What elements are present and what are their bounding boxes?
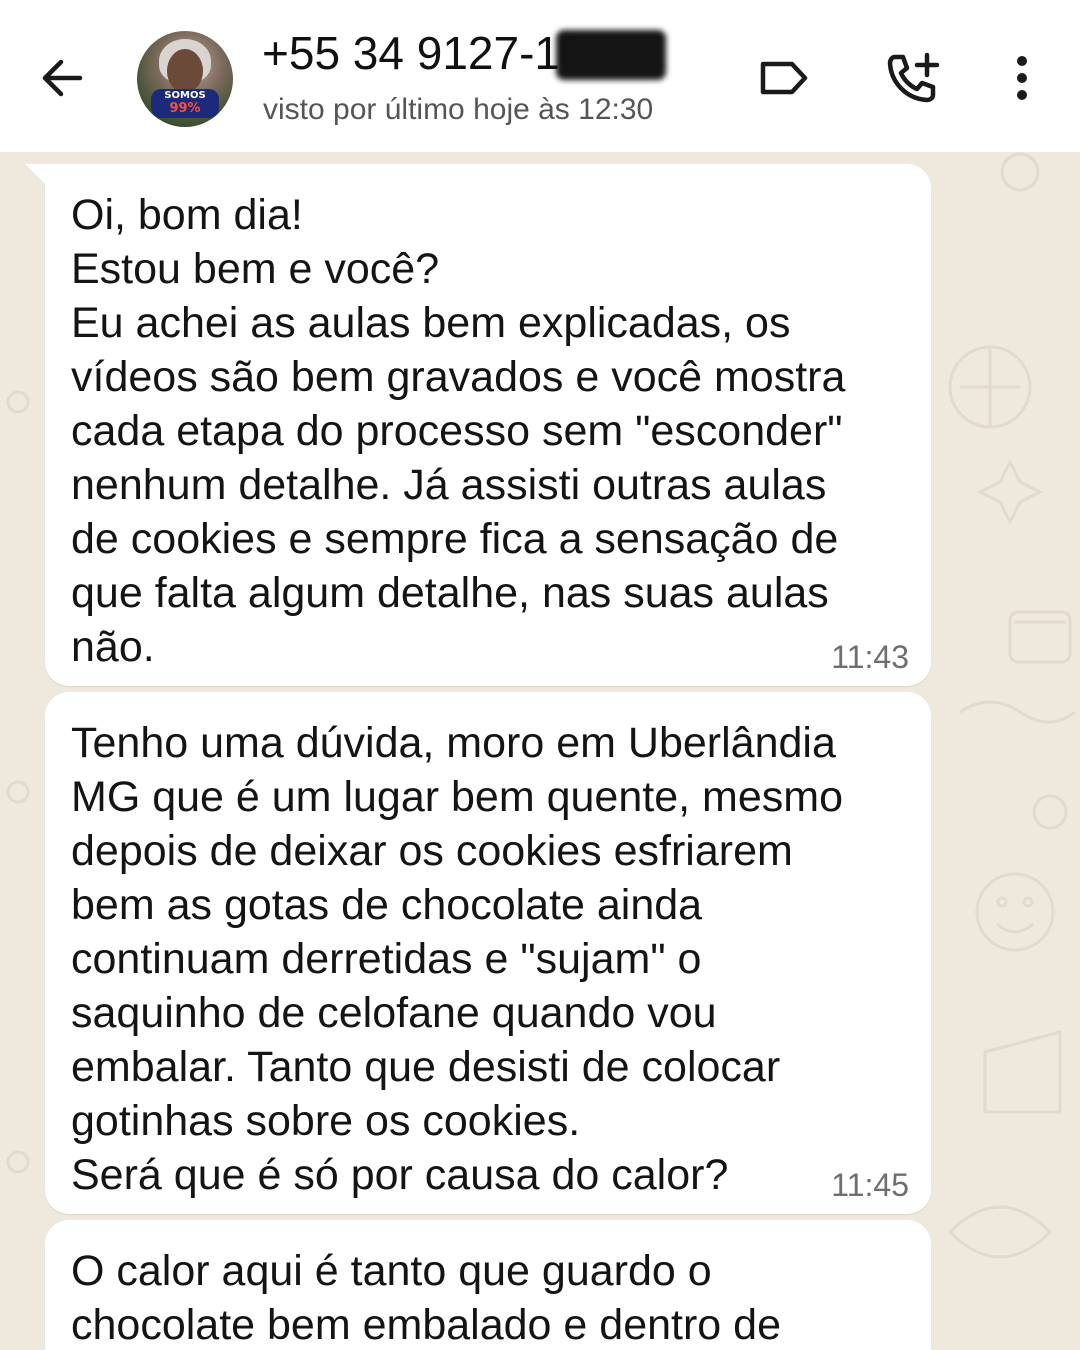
add-call-button[interactable] (880, 46, 944, 110)
more-options-button[interactable] (990, 46, 1054, 110)
redaction-mark (556, 30, 666, 80)
message-bubble[interactable]: O calor aqui é tanto que guardo o chocol… (45, 1220, 931, 1350)
message-text: Oi, bom dia! Estou bem e você? Eu achei … (71, 191, 846, 671)
avatar-badge-bottom: 99% (169, 101, 201, 116)
more-vertical-icon (1017, 56, 1027, 100)
chat-screen: SOMOS 99% +55 34 9127-1874 visto por últ… (0, 0, 1080, 1350)
message-timestamp: 11:45 (831, 1167, 909, 1203)
avatar-badge-top: SOMOS (164, 90, 206, 101)
message-text: O calor aqui é tanto que guardo o chocol… (71, 1247, 781, 1349)
avatar-face (167, 49, 203, 93)
message-text: Tenho uma dúvida, moro em Uberlândia MG … (71, 719, 843, 1199)
message-bubble[interactable]: Oi, bom dia! Estou bem e você? Eu achei … (25, 164, 931, 686)
back-button[interactable] (30, 46, 94, 110)
chat-header: SOMOS 99% +55 34 9127-1874 visto por últ… (0, 0, 1080, 152)
bubble-tail (25, 164, 45, 184)
add-call-icon (887, 52, 940, 103)
chat-area[interactable]: Oi, bom dia! Estou bem e você? Eu achei … (0, 152, 1080, 1350)
avatar[interactable]: SOMOS 99% (137, 31, 233, 127)
message-timestamp: 11:43 (831, 639, 909, 675)
label-tag-icon (760, 61, 808, 95)
avatar-badge: SOMOS 99% (151, 89, 219, 118)
back-arrow-icon (42, 59, 83, 97)
last-seen-status: visto por último hoje às 12:30 (263, 93, 654, 126)
message-bubble[interactable]: Tenho uma dúvida, moro em Uberlândia MG … (45, 692, 931, 1214)
label-button[interactable] (752, 46, 816, 110)
